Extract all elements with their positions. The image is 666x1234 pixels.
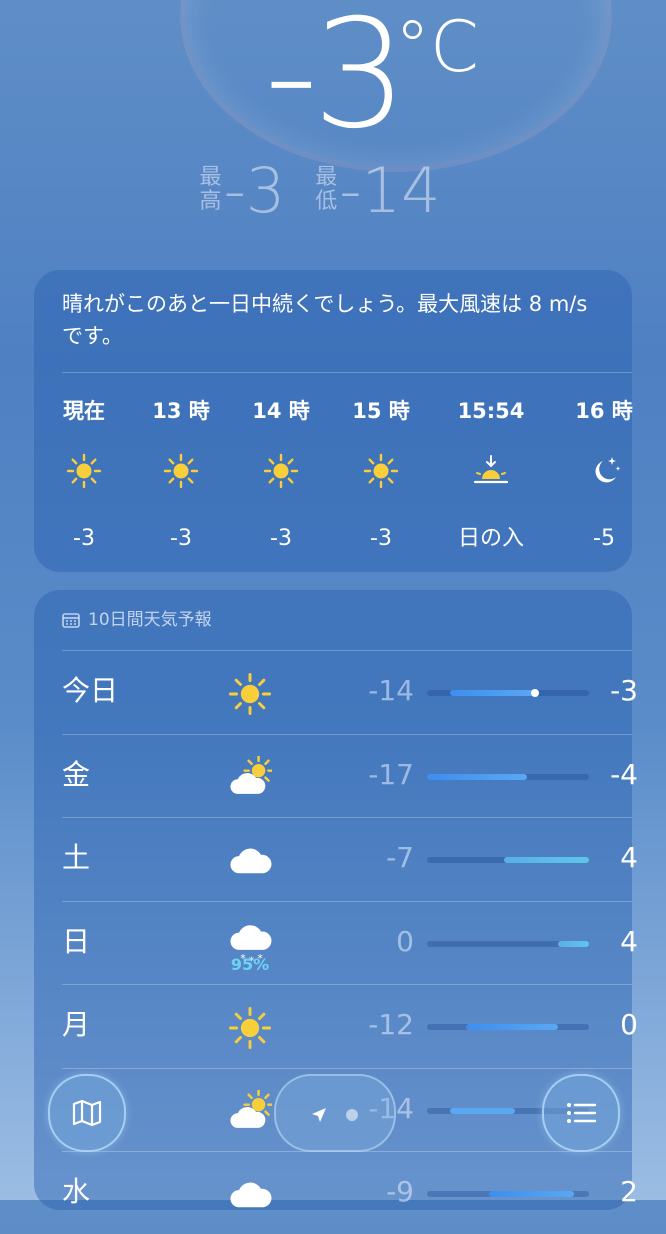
sun-icon bbox=[228, 672, 272, 716]
temp-range-bar bbox=[427, 857, 589, 863]
temp-range-bar bbox=[427, 773, 589, 780]
divider bbox=[62, 984, 632, 985]
sunset-icon bbox=[473, 455, 509, 484]
low-label: 最低 bbox=[315, 165, 338, 214]
hourly-time: 13 時 bbox=[152, 399, 210, 423]
current-temperature: -3 bbox=[0, 0, 666, 150]
daily-forecast-header: 10日間天気予報 bbox=[62, 608, 212, 632]
location-arrow-icon bbox=[312, 1108, 326, 1122]
temp-range-fill bbox=[465, 1024, 559, 1030]
cloud-icon bbox=[230, 848, 272, 874]
hourly-item: 14 時 -3 bbox=[231, 398, 331, 558]
low-temp: -12 bbox=[368, 1008, 414, 1041]
high-label: 最高 bbox=[199, 165, 222, 214]
temp-range-fill bbox=[504, 857, 589, 863]
high-temp: 4 bbox=[620, 924, 638, 958]
current-temp-dot bbox=[531, 689, 539, 697]
high-low: 最高-3 最低-14 bbox=[0, 160, 666, 222]
hourly-temp: -3 bbox=[270, 526, 292, 551]
hourly-item: 現在 -3 bbox=[34, 398, 134, 558]
hourly-time: 16 時 bbox=[575, 399, 633, 423]
daily-row[interactable]: 月 -12 0 bbox=[62, 984, 638, 1067]
temp-range-fill bbox=[450, 690, 535, 696]
page-dot[interactable] bbox=[346, 1109, 358, 1121]
temp-range-bar bbox=[427, 689, 589, 697]
sun-icon bbox=[66, 453, 102, 489]
low-temp: 0 bbox=[396, 924, 414, 958]
divider bbox=[62, 900, 632, 902]
map-button[interactable] bbox=[48, 1074, 126, 1152]
day-label: 今日 bbox=[62, 674, 119, 707]
daily-row[interactable]: 日 * * * 95% 0 4 bbox=[62, 900, 638, 984]
day-label: 水 bbox=[62, 1175, 91, 1208]
low-temp: -14 bbox=[368, 674, 414, 707]
temperature-unit: °C bbox=[395, 6, 479, 88]
sun-icon bbox=[228, 1006, 272, 1050]
high-value: -3 bbox=[223, 154, 286, 227]
day-label: 金 bbox=[62, 757, 91, 791]
hourly-temp: -3 bbox=[73, 526, 95, 551]
hourly-item: 15 時 -3 bbox=[331, 398, 431, 558]
temp-range-fill bbox=[488, 1191, 574, 1197]
precip-chance: 95% bbox=[230, 954, 270, 974]
hourly-temp: -3 bbox=[170, 526, 192, 551]
hourly-temp: -3 bbox=[370, 526, 392, 551]
location-page-indicator[interactable] bbox=[274, 1074, 396, 1152]
list-icon bbox=[567, 1103, 597, 1123]
cloud-icon bbox=[230, 1182, 272, 1208]
hourly-time: 15:54 bbox=[457, 399, 525, 423]
sun-icon bbox=[163, 453, 199, 489]
high-temp: -3 bbox=[610, 674, 638, 707]
divider bbox=[62, 372, 632, 373]
hourly-forecast-card[interactable]: 晴れがこのあと一日中続くでしょう。最大風速は 8 m/sです。 現在 -3 13 … bbox=[34, 270, 633, 572]
day-label: 月 bbox=[62, 1008, 91, 1041]
partly-cloudy-icon bbox=[230, 1088, 274, 1128]
hourly-temp: 日の入 bbox=[457, 526, 524, 551]
sun-icon bbox=[363, 453, 399, 489]
forecast-summary: 晴れがこのあと一日中続くでしょう。最大風速は 8 m/sです。 bbox=[62, 292, 588, 348]
high-temp: -4 bbox=[610, 757, 638, 791]
divider bbox=[62, 1067, 632, 1069]
temp-range-fill bbox=[427, 773, 528, 780]
hourly-item: 16 時 -5 bbox=[554, 398, 654, 558]
daily-row[interactable]: 水 -9 2 bbox=[62, 1151, 638, 1234]
hourly-item: 13 時 -3 bbox=[131, 398, 231, 558]
low-temp: -17 bbox=[368, 757, 414, 791]
hourly-time: 14 時 bbox=[252, 399, 310, 423]
low-temp: -7 bbox=[386, 841, 414, 874]
daily-forecast-title: 10日間天気予報 bbox=[88, 610, 212, 630]
temp-range-bar bbox=[427, 1024, 589, 1030]
list-button[interactable] bbox=[542, 1074, 620, 1152]
calendar-icon bbox=[62, 613, 80, 628]
moon-stars-icon bbox=[595, 457, 621, 483]
map-icon bbox=[72, 1099, 102, 1127]
partly-cloudy-icon bbox=[230, 754, 274, 794]
hourly-time: 現在 bbox=[63, 399, 105, 423]
daily-row[interactable]: 土 -7 4 bbox=[62, 817, 638, 900]
current-temp-value: -3 bbox=[264, 0, 408, 162]
divider bbox=[62, 733, 632, 735]
daily-row[interactable]: 金 -17 -4 bbox=[62, 733, 638, 817]
temp-range-bar bbox=[427, 940, 589, 947]
hourly-item: 15:54 日の入 bbox=[441, 398, 541, 558]
day-label: 日 bbox=[62, 924, 91, 958]
temp-range-fill bbox=[450, 1107, 515, 1114]
daily-row[interactable]: 今日 -14 -3 bbox=[62, 650, 638, 733]
divider bbox=[62, 817, 632, 818]
day-label: 土 bbox=[62, 841, 91, 874]
low-temp: -9 bbox=[386, 1175, 414, 1208]
hourly-temp: -5 bbox=[593, 526, 615, 551]
high-temp: 4 bbox=[620, 841, 638, 874]
low-value: -14 bbox=[339, 154, 441, 227]
temp-range-bar bbox=[427, 1191, 589, 1197]
high-temp: 0 bbox=[620, 1008, 638, 1041]
hourly-time: 15 時 bbox=[352, 399, 410, 423]
divider bbox=[62, 650, 632, 651]
high-temp: 2 bbox=[620, 1175, 638, 1208]
sun-icon bbox=[263, 453, 299, 489]
current-conditions: -3 °C 最高-3 最低-14 bbox=[0, 0, 666, 260]
